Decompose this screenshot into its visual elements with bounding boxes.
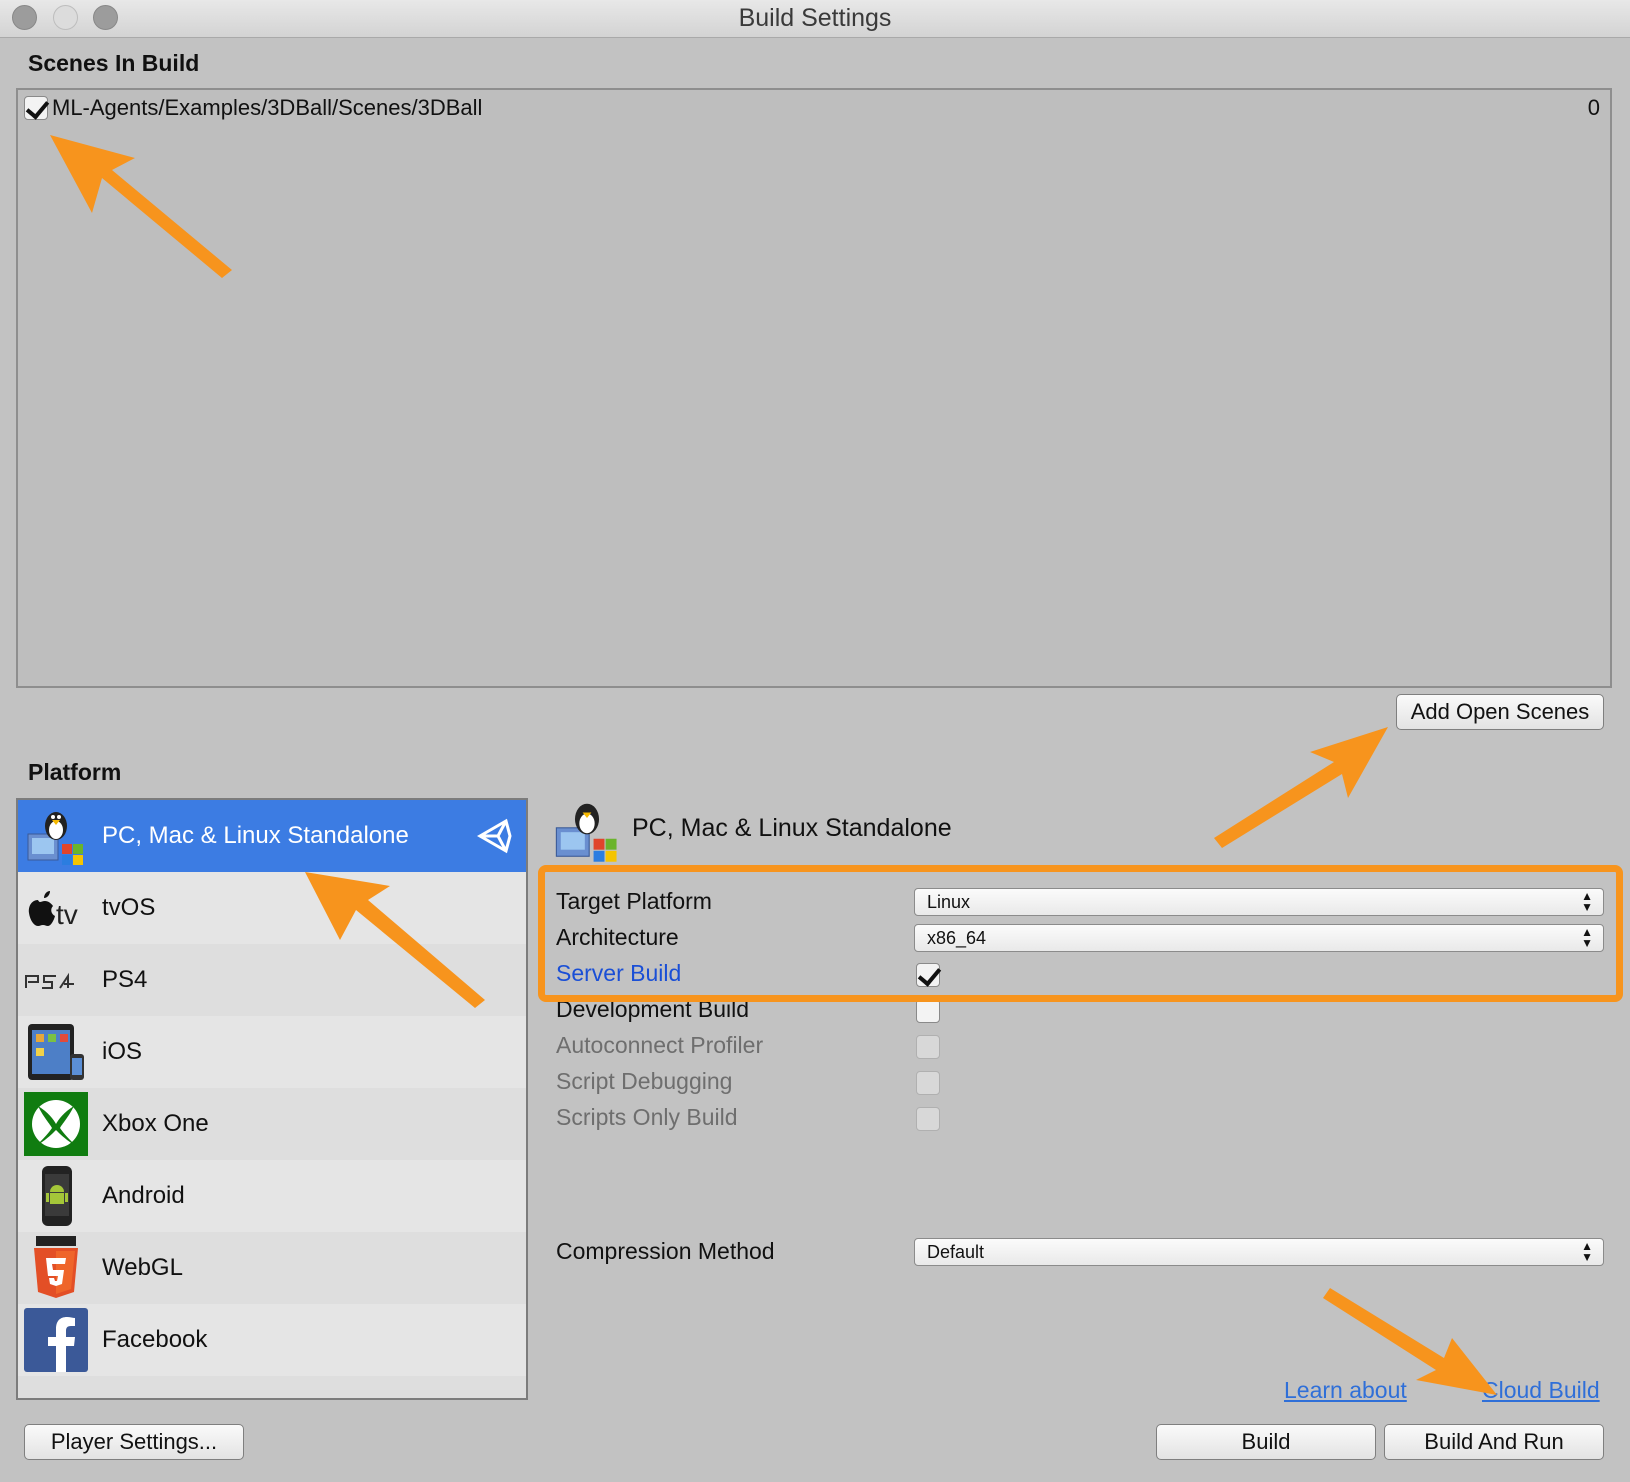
platform-label: PS4 — [102, 966, 148, 993]
platform-list[interactable]: PC, Mac & Linux Standalone tv tvOS PS4 i… — [16, 798, 528, 1400]
scripts-only-build-label: Scripts Only Build — [556, 1104, 738, 1130]
platform-label: Facebook — [102, 1326, 208, 1353]
ipad-icon — [28, 1024, 84, 1080]
player-settings-button[interactable]: Player Settings... — [24, 1424, 244, 1460]
xbox-icon — [24, 1092, 88, 1156]
platform-item-standalone[interactable]: PC, Mac & Linux Standalone — [18, 800, 526, 872]
scenes-in-build-title: Scenes In Build — [28, 50, 200, 76]
window-title: Build Settings — [738, 4, 892, 32]
svg-text:tv: tv — [56, 899, 78, 930]
scene-index: 0 — [1587, 95, 1600, 120]
android-icon — [42, 1166, 72, 1226]
platform-label: WebGL — [102, 1254, 183, 1281]
platform-label: iOS — [102, 1038, 143, 1065]
dropdown-arrows-icon: ▲ ▼ — [1581, 1239, 1593, 1264]
platform-item-tvos[interactable]: tv tvOS — [18, 872, 526, 944]
scripts-only-build-checkbox[interactable] — [916, 1107, 940, 1131]
platform-title: Platform — [28, 759, 122, 785]
compression-method-value: Default — [927, 1242, 985, 1262]
ps4-icon — [25, 972, 74, 989]
scene-include-checkbox[interactable] — [24, 96, 48, 120]
development-build-checkbox[interactable] — [916, 999, 940, 1023]
platform-item-webgl[interactable]: WebGL — [18, 1232, 526, 1304]
autoconnect-profiler-label: Autoconnect Profiler — [556, 1032, 764, 1058]
tux-standalone-icon — [27, 812, 83, 865]
add-open-scenes-button[interactable]: Add Open Scenes — [1396, 694, 1604, 730]
html5-icon — [34, 1236, 78, 1298]
platform-label: PC, Mac & Linux Standalone — [102, 822, 409, 849]
platform-label: Xbox One — [102, 1110, 209, 1137]
unity-logo-icon — [476, 818, 512, 854]
learn-about-link-start[interactable]: Learn about — [1284, 1377, 1407, 1404]
scene-row[interactable]: ML-Agents/Examples/3DBall/Scenes/3DBall … — [20, 92, 1608, 124]
platform-item-facebook[interactable]: Facebook — [18, 1304, 526, 1376]
arrow-icon — [1214, 727, 1388, 848]
facebook-icon — [24, 1308, 88, 1372]
scene-path: ML-Agents/Examples/3DBall/Scenes/3DBall — [52, 95, 483, 120]
standalone-platform-icon — [555, 803, 617, 862]
settings-highlight-box — [538, 865, 1623, 1002]
platform-item-ps4[interactable]: PS4 — [18, 944, 526, 1016]
autoconnect-profiler-checkbox[interactable] — [916, 1035, 940, 1059]
build-and-run-button[interactable]: Build And Run — [1384, 1424, 1604, 1460]
platform-item-xbox-one[interactable]: Xbox One — [18, 1088, 526, 1160]
build-button[interactable]: Build — [1156, 1424, 1376, 1460]
script-debugging-checkbox[interactable] — [916, 1071, 940, 1095]
script-debugging-label: Script Debugging — [556, 1068, 733, 1094]
selected-platform-title: PC, Mac & Linux Standalone — [632, 814, 952, 842]
platform-item-ios[interactable]: iOS — [18, 1016, 526, 1088]
scenes-list[interactable]: ML-Agents/Examples/3DBall/Scenes/3DBall … — [16, 88, 1612, 688]
title-bar: Build Settings — [0, 0, 1630, 38]
compression-method-label: Compression Method — [556, 1238, 775, 1264]
apple-tv-icon: tv — [28, 891, 78, 930]
platform-label: tvOS — [102, 894, 156, 921]
platform-label: Android — [102, 1182, 185, 1209]
compression-method-dropdown[interactable]: Default ▲ ▼ — [914, 1238, 1604, 1266]
platform-item-android[interactable]: Android — [18, 1160, 526, 1232]
cloud-build-link[interactable]: Cloud Build — [1482, 1377, 1600, 1404]
